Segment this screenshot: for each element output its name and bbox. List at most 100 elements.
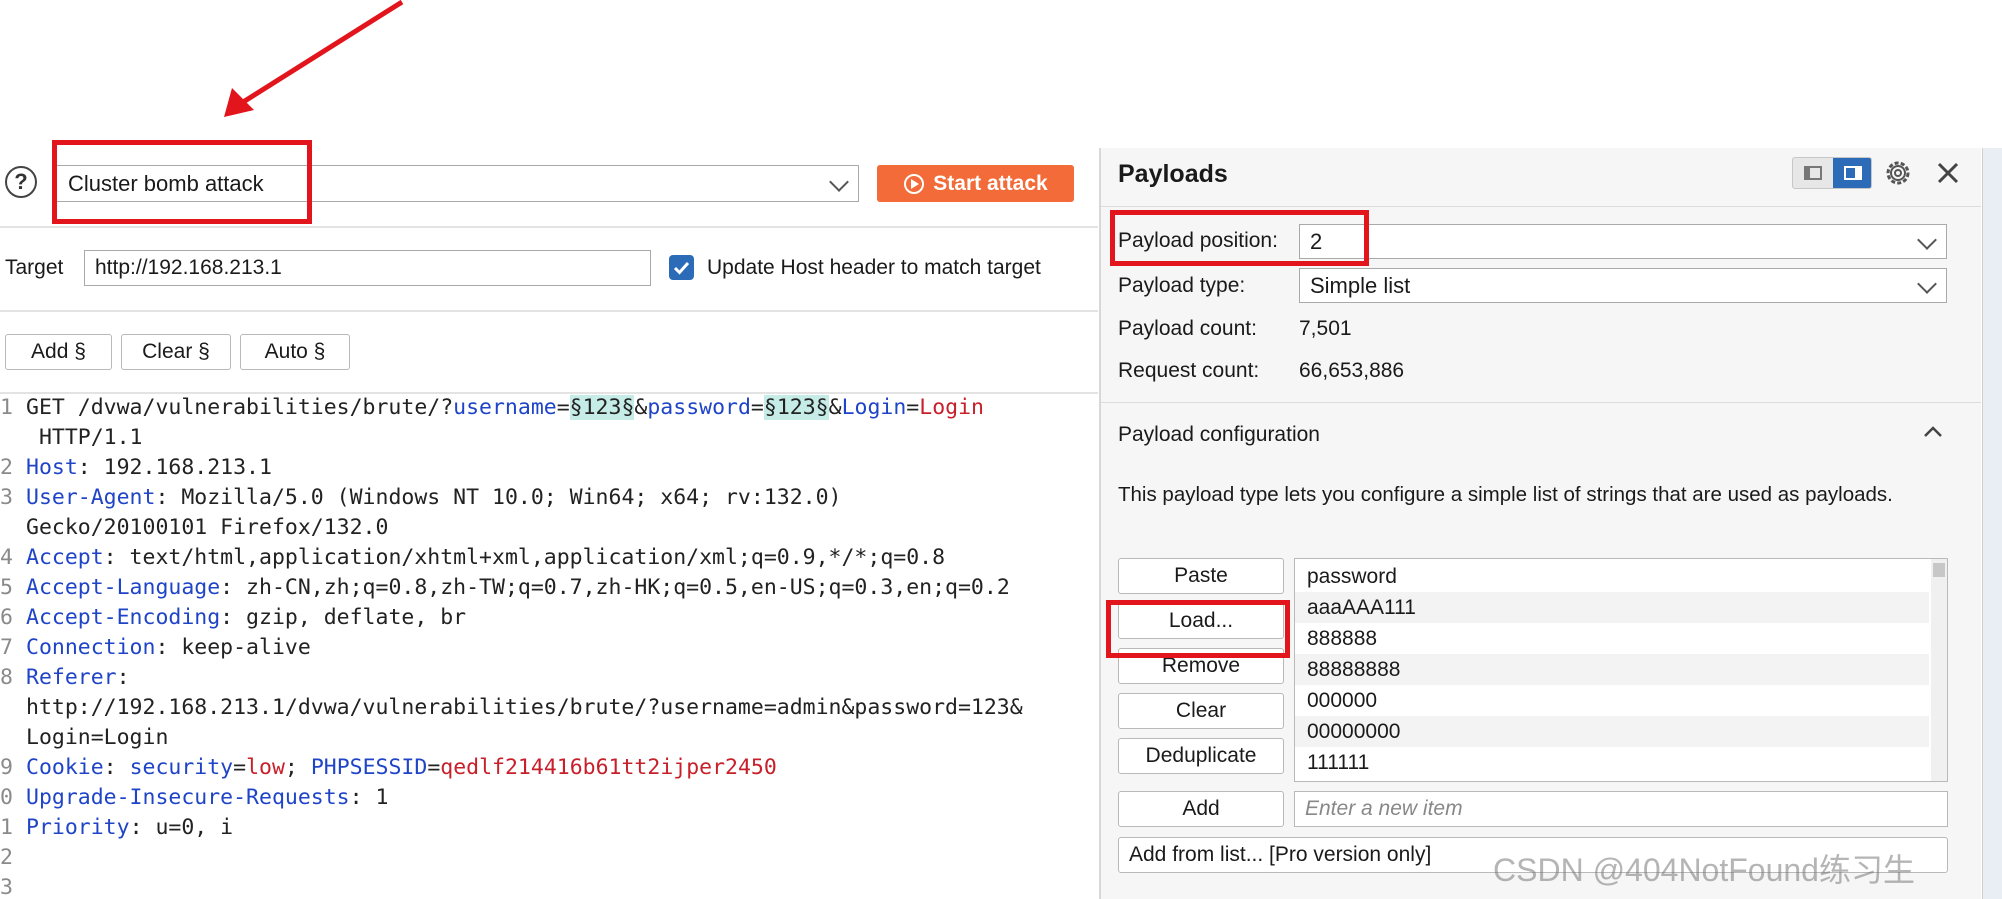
layout-vertical-icon[interactable] bbox=[1793, 158, 1833, 188]
divider bbox=[0, 226, 1098, 228]
add-from-list-label: Add from list... [Pro version only] bbox=[1129, 843, 1432, 866]
payload-marker: §123§ bbox=[569, 395, 635, 420]
payload-marker: §123§ bbox=[763, 395, 829, 420]
request-editor[interactable]: 1 GET /dvwa/vulnerabilities/brute/?userna… bbox=[0, 393, 1100, 899]
payload-count-value: 7,501 bbox=[1299, 317, 1352, 340]
remove-label: Remove bbox=[1161, 654, 1241, 677]
attack-type-value: Cluster bomb attack bbox=[68, 170, 264, 196]
list-scrollbar-thumb[interactable] bbox=[1933, 563, 1945, 577]
paste-button[interactable]: Paste bbox=[1118, 558, 1284, 594]
start-attack-label: Start attack bbox=[933, 171, 1048, 195]
add-marker-label: Add § bbox=[31, 340, 86, 363]
line-text: Referer: bbox=[26, 663, 130, 693]
payloads-title: Payloads bbox=[1118, 160, 1228, 188]
line-text: HTTP/1.1 bbox=[26, 423, 143, 453]
line-number: 5 bbox=[0, 575, 12, 600]
auto-marker-button[interactable]: Auto § bbox=[240, 334, 350, 370]
code-token: Login=Login bbox=[26, 725, 169, 750]
code-token: Accept bbox=[26, 545, 104, 570]
load-button[interactable]: Load... bbox=[1118, 603, 1284, 639]
add-item-label: Add bbox=[1182, 797, 1220, 820]
line-text: Upgrade-Insecure-Requests: 1 bbox=[26, 783, 388, 813]
code-token: : Mozilla/5.0 (Windows NT 10.0; Win64; x… bbox=[155, 485, 842, 510]
payload-configuration-title[interactable]: Payload configuration bbox=[1118, 423, 1320, 447]
attack-type-select[interactable]: Cluster bomb attack bbox=[55, 165, 859, 202]
line-number: 6 bbox=[0, 605, 12, 630]
code-token: = bbox=[750, 395, 764, 420]
payload-list-item[interactable]: 111111 bbox=[1295, 747, 1929, 778]
new-item-placeholder: Enter a new item bbox=[1305, 797, 1463, 820]
code-token: : text/html,application/xhtml+xml,applic… bbox=[103, 545, 946, 570]
line-text: Accept: text/html,application/xhtml+xml,… bbox=[26, 543, 945, 573]
start-attack-button[interactable]: Start attack bbox=[877, 165, 1074, 202]
code-token: Referer bbox=[26, 665, 117, 690]
remove-button[interactable]: Remove bbox=[1118, 648, 1284, 684]
code-token: Connection bbox=[26, 635, 156, 660]
list-scrollbar[interactable] bbox=[1931, 559, 1947, 781]
deduplicate-label: Deduplicate bbox=[1145, 744, 1257, 767]
payload-list-item[interactable]: 888888 bbox=[1295, 623, 1929, 654]
checkmark-icon bbox=[673, 261, 690, 275]
code-token: = bbox=[427, 755, 441, 780]
line-text: User-Agent: Mozilla/5.0 (Windows NT 10.0… bbox=[26, 483, 842, 513]
line-number: 1 bbox=[0, 815, 12, 840]
code-token: = bbox=[556, 395, 570, 420]
new-item-input[interactable]: Enter a new item bbox=[1294, 791, 1948, 827]
line-text: GET /dvwa/vulnerabilities/brute/?usernam… bbox=[26, 393, 984, 423]
payload-type-label: Payload type: bbox=[1118, 274, 1246, 297]
deduplicate-button[interactable]: Deduplicate bbox=[1118, 738, 1284, 774]
payload-list-item[interactable]: 88888888 bbox=[1295, 654, 1929, 685]
line-text: Cookie: security=low; PHPSESSID=qedlf214… bbox=[26, 753, 777, 783]
code-token: = bbox=[233, 755, 247, 780]
payload-list-item[interactable]: 000000 bbox=[1295, 685, 1929, 716]
add-item-button[interactable]: Add bbox=[1118, 791, 1284, 827]
layout-toggle[interactable] bbox=[1792, 157, 1872, 189]
code-token: User-Agent bbox=[26, 485, 156, 510]
code-token: Host bbox=[26, 455, 78, 480]
gear-icon[interactable] bbox=[1883, 158, 1913, 188]
line-text: Host: 192.168.213.1 bbox=[26, 453, 272, 483]
clear-marker-button[interactable]: Clear § bbox=[121, 334, 231, 370]
code-token: : keep-alive bbox=[155, 635, 311, 660]
layout-horizontal-icon[interactable] bbox=[1833, 158, 1871, 188]
payload-position-select[interactable]: 2 bbox=[1299, 224, 1947, 259]
payload-count-label: Payload count: bbox=[1118, 317, 1257, 340]
line-number: 3 bbox=[0, 485, 12, 510]
line-number: 8 bbox=[0, 665, 12, 690]
target-input[interactable]: http://192.168.213.1 bbox=[84, 250, 651, 286]
update-host-checkbox[interactable] bbox=[669, 255, 694, 280]
code-token: Cookie bbox=[26, 755, 104, 780]
code-token: : 1 bbox=[349, 785, 389, 810]
code-token: : gzip, deflate, br bbox=[220, 605, 467, 630]
right-scrollbar[interactable] bbox=[1982, 148, 2002, 899]
code-token: HTTP/1.1 bbox=[26, 425, 143, 450]
line-text: Connection: keep-alive bbox=[26, 633, 311, 663]
request-count-label: Request count: bbox=[1118, 359, 1260, 382]
payloads-panel bbox=[1101, 148, 1981, 899]
payload-type-select[interactable]: Simple list bbox=[1299, 268, 1947, 303]
code-token: Upgrade-Insecure-Requests bbox=[26, 785, 350, 810]
line-text: Login=Login bbox=[26, 723, 168, 753]
clear-button[interactable]: Clear bbox=[1118, 693, 1284, 729]
target-label: Target bbox=[5, 256, 64, 279]
code-token: Accept-Language bbox=[26, 575, 221, 600]
help-icon[interactable]: ? bbox=[5, 166, 37, 198]
chevron-up-icon[interactable] bbox=[1922, 424, 1944, 440]
line-number: 4 bbox=[0, 545, 12, 570]
help-glyph: ? bbox=[14, 169, 28, 194]
line-number: 2 bbox=[0, 845, 12, 870]
code-token: Gecko/20100101 Firefox/132.0 bbox=[26, 515, 389, 540]
payload-list[interactable]: password aaaAAA111 888888 88888888 000000 000… bbox=[1294, 558, 1948, 782]
code-token: Login bbox=[841, 395, 907, 420]
payload-list-item[interactable]: password bbox=[1295, 561, 1929, 592]
payload-list-item[interactable]: 00000000 bbox=[1295, 716, 1929, 747]
add-marker-button[interactable]: Add § bbox=[5, 334, 112, 370]
code-token: : zh-CN,zh;q=0.8,zh-TW;q=0.7,zh-HK;q=0.5… bbox=[220, 575, 1010, 600]
close-icon[interactable] bbox=[1936, 161, 1960, 185]
payload-position-label: Payload position: bbox=[1118, 229, 1278, 252]
code-token: : bbox=[116, 665, 130, 690]
line-number: 9 bbox=[0, 755, 12, 780]
payload-list-item[interactable]: aaaAAA111 bbox=[1295, 592, 1929, 623]
code-token: Login bbox=[919, 395, 984, 420]
payload-position-value: 2 bbox=[1310, 228, 1323, 254]
